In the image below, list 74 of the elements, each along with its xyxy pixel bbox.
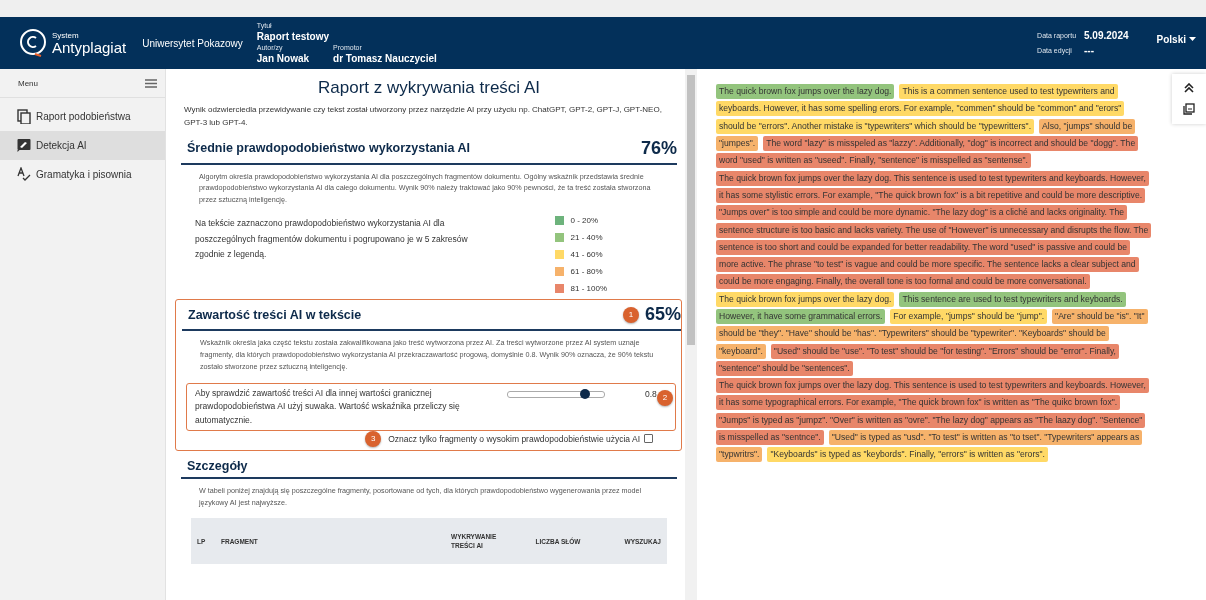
highlighted-fragment[interactable]: This is a commen sentence used to test typewriters and — [899, 84, 1118, 100]
logo-caption: System — [52, 31, 80, 40]
highlighted-fragment[interactable]: "sentence" should be "sentences". — [716, 360, 853, 376]
institution-name: Uniwersytet Pokazowy — [142, 37, 243, 49]
callout-number: 1 — [622, 306, 639, 323]
legend-label: 41 - 60% — [570, 250, 603, 260]
double-chevron-up-icon — [1184, 83, 1194, 93]
section-heading: Zawartość treści AI w tekście — [188, 307, 362, 322]
highlighted-fragment[interactable]: should be "they". "Have" should be "has". "Typewriters" should be "typewriter". "Keyboards" should be — [716, 326, 1109, 342]
menu-label: Menu — [18, 78, 38, 88]
scrollbar[interactable] — [685, 69, 697, 600]
highlighted-fragment[interactable]: The quick brown fox jumps over the lazy dog. — [716, 291, 895, 307]
spellcheck-icon — [17, 167, 31, 182]
sidebar-item[interactable]: Gramatyka i pisownia — [0, 160, 165, 189]
percentage-value: 76% — [640, 137, 677, 159]
author-name: Jan Nowak — [256, 52, 310, 65]
slider-track[interactable] — [507, 390, 605, 398]
checkbox-label: Oznacz tylko fragmenty o wysokim prawdopodobieństwie użycia AI — [388, 433, 640, 444]
percentage-value: 65% — [644, 304, 681, 326]
highlighted-fragment[interactable]: "Used" is typed as "usd". "To test" is written as "to tset". "Typewriters" appears as — [828, 430, 1143, 446]
slider-description: Aby sprawdzić zawartość treści AI dla innej wartości granicznej prawdopodobieństwa AI użyj suwaka. Wartość wskaźnika przeliczy się automatycznie. — [195, 386, 461, 428]
sidebar-item[interactable]: Detekcja AI — [0, 131, 165, 160]
callout-number: 2 — [657, 389, 673, 406]
section-heading: Szczegóły — [187, 458, 248, 473]
highlighted-fragment[interactable]: sentence is too short and could be expanded for better readability. The word "used" is passive and could be — [716, 239, 1131, 255]
menu-icon — [145, 78, 157, 88]
report-date: 5.09.2024 — [1084, 30, 1129, 41]
sidebar-item[interactable]: Raport podobieństwa — [0, 102, 165, 131]
caret-icon — [1189, 37, 1196, 41]
highlighted-fragment[interactable]: "Are" should be "is". "It" — [1052, 309, 1148, 324]
documents-icon — [17, 109, 31, 124]
slider-value: 0.8 — [645, 388, 657, 399]
legend-description: Na tekście zaznaczono prawdopodobieństwo wykorzystania AI dla poszczególnych fragmentów dokumentu i pogrupowano je w 5 zakresów zgodnie z legendą. — [195, 217, 469, 261]
highlighted-fragment[interactable]: it has some typographical errors. For example, "The quick brown fox" is written as "The quikc brown fox". — [716, 395, 1121, 411]
highlighted-fragment[interactable]: should be "errors". Another mistake is "typewriters" which should be "typewritters". — [716, 118, 1035, 134]
highlighted-fragment[interactable]: Also, "jumps" should be — [1039, 118, 1136, 134]
highlighted-fragment[interactable]: more active. The phrase "to test" is vague and could be more specific. The sentence lacks a clear subject and — [716, 257, 1139, 273]
highlighted-fragment[interactable]: The word "lazy" is misspeled as "lazzy". Additionally, "dog" is incorrect and should be "dogg". The — [763, 136, 1139, 152]
highlighted-fragment[interactable]: "Used" should be "use". "To test" should be "for testing". "Errors" should be "error". Finally, — [770, 343, 1119, 359]
language-dropdown[interactable]: Polski — [1156, 33, 1196, 45]
highlighted-fragment[interactable]: it has some stylistic errors. For example, "The quick brown fox" is a bit repetitive and could be more descriptive. — [716, 187, 1146, 203]
highlighted-fragment[interactable]: "Keyboards" is typed as "keybords". Finally, "errors" is written as "erors". — [767, 447, 1048, 463]
highlighted-fragment[interactable]: The quick brown fox jumps over the lazy dog. This sentence is used to test typewriters and keyboards. However, — [716, 378, 1149, 394]
highlighted-fragment[interactable]: "jumpes". — [716, 136, 759, 152]
checkbox[interactable] — [644, 434, 653, 444]
highlighted-fragment[interactable]: "Jumps" is typed as "jumpz". "Over" is written as "ovre". "The lazy dog" appears as "The laazy dog". "Sentence" — [716, 412, 1146, 428]
legend-label: 21 - 40% — [570, 233, 603, 243]
stacked-windows-icon — [1183, 103, 1195, 115]
highlighted-fragment[interactable]: For example, "jumps" should be "jump". — [890, 309, 1048, 324]
highlighted-fragment[interactable]: keyboards. However, it has some spelling erors. For example, "commen" should be "common" and "erors" — [716, 101, 1125, 117]
edit-date: --- — [1084, 45, 1096, 56]
highlighted-fragment[interactable]: "typwritrs". — [716, 447, 763, 463]
section-heading: Średnie prawdopodobieństwo wykorzystania AI — [187, 141, 470, 156]
legend-label: 81 - 100% — [570, 284, 607, 294]
promoter-name: dr Tomasz Nauczyciel — [333, 52, 437, 65]
intro-text: Wynik odzwierciedla przewidywanie czy tekst został utworzony przez narzędzie AI przy użyciu np. ChatGPT, GPT-2, GPT-J, GPT-NEO, GPT-3 lub GPT-4. — [184, 104, 663, 129]
highlighted-fragment[interactable]: The quick brown fox jumps over the lazy dog. — [716, 84, 895, 100]
highlighted-fragment[interactable]: could be more engaging. Finally, the overall tone is too formal and could be more conversational. — [716, 274, 1090, 290]
highlighted-fragment[interactable]: sentence structure is too basic and lacks variety. The use of "However" is unnecessary and disrupts the flow. The — [716, 222, 1152, 238]
highlighted-fragment[interactable]: word "used" is written as "useed". Finally, "sentence" is misspelled as "sentense". — [716, 153, 1031, 169]
slider-thumb[interactable] — [579, 388, 590, 399]
logo-c-icon — [18, 28, 48, 58]
highlighted-fragment[interactable]: "keyboard". — [716, 343, 766, 359]
logo-name: Antyplagiat — [52, 39, 127, 55]
legend-label: 0 - 20% — [570, 216, 599, 226]
pen-box-icon — [17, 138, 31, 153]
legend-label: 61 - 80% — [570, 267, 603, 277]
report-heading: Raport z wykrywania treści AI — [317, 78, 541, 98]
highlighted-fragment[interactable]: This sentence are used to test typewriters and keyboards. — [899, 291, 1126, 307]
report-title: Raport testowy — [256, 31, 331, 43]
highlighted-fragment[interactable]: The quick brown fox jumps over the lazy dog. This sentence is used to test typewriters and keyboards. However, — [716, 170, 1149, 186]
highlighted-fragment[interactable]: is misspelled as "sentnce". — [716, 430, 824, 446]
highlighted-fragment[interactable]: "Jumps over" is too simple and could be more dynamic. "The lazy dog" is a cliché and lacks originality. The — [716, 205, 1127, 221]
highlighted-fragment[interactable]: However, it have some grammatical errors. — [716, 309, 886, 324]
